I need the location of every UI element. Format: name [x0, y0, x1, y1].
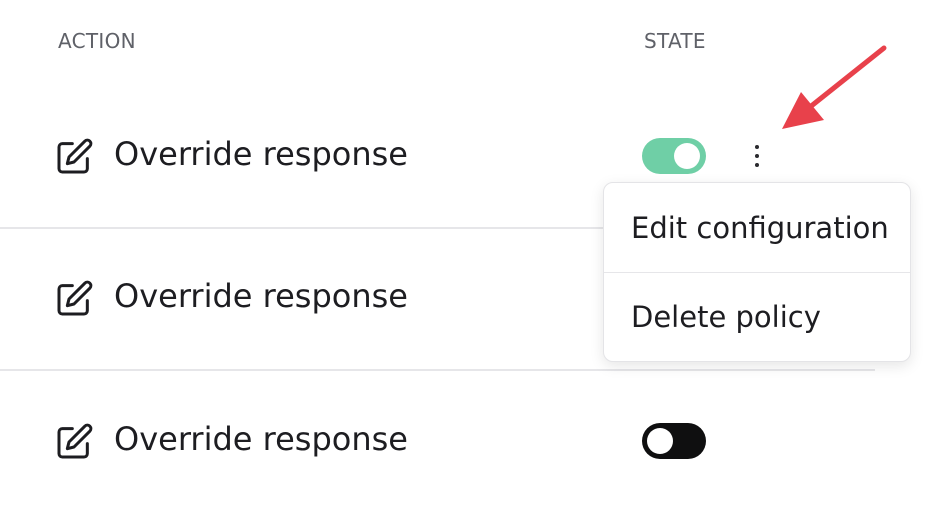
edit-icon: [57, 280, 93, 316]
row-actions-menu: Edit configuration Delete policy: [603, 182, 911, 362]
menu-item-edit-configuration[interactable]: Edit configuration: [604, 183, 910, 272]
column-header-action: ACTION: [58, 29, 136, 53]
state-toggle[interactable]: [642, 423, 706, 459]
annotation-arrow-icon: [782, 45, 887, 129]
table-row: Override response: [0, 370, 875, 512]
more-options-icon[interactable]: [744, 138, 770, 174]
action-label: Override response: [114, 277, 408, 315]
toggle-knob: [647, 428, 673, 454]
menu-item-delete-policy[interactable]: Delete policy: [604, 272, 910, 361]
column-header-state: STATE: [644, 29, 706, 53]
action-label: Override response: [114, 135, 408, 173]
action-label: Override response: [114, 420, 408, 458]
state-toggle[interactable]: [642, 138, 706, 174]
edit-icon: [57, 138, 93, 174]
edit-icon: [57, 423, 93, 459]
toggle-knob: [674, 143, 700, 169]
